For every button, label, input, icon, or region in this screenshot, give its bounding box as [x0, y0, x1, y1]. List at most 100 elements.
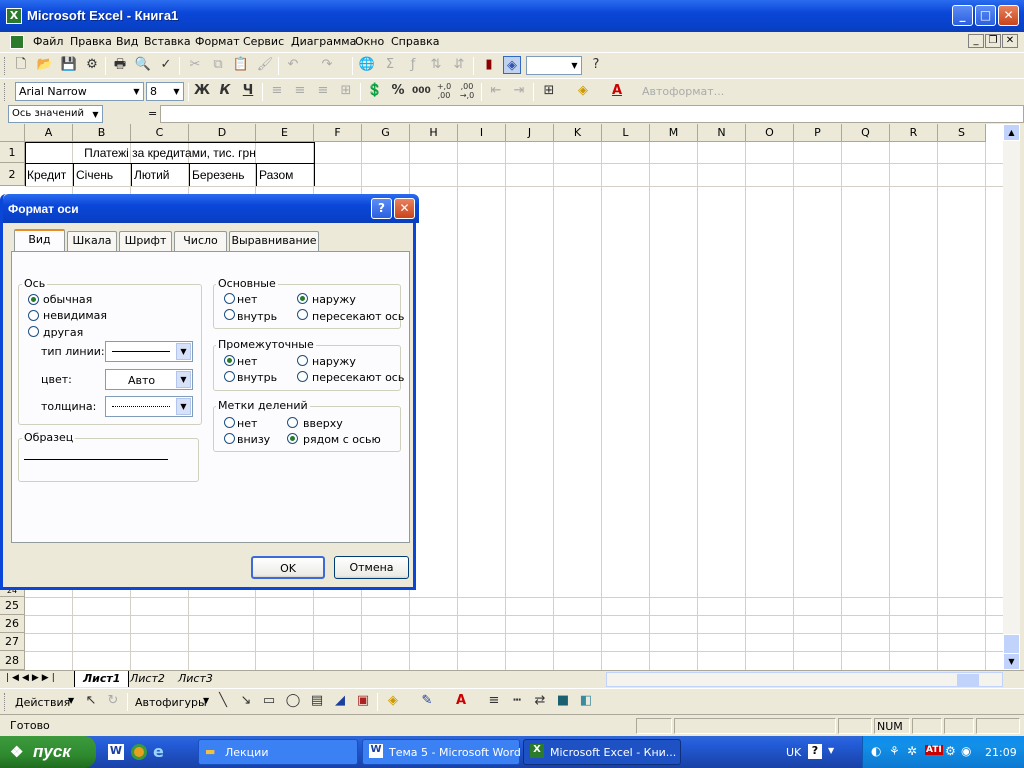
tab-font[interactable]: Шрифт [119, 231, 172, 251]
taskbar-folder-lectures[interactable]: Лекции ▬ [198, 739, 358, 765]
menu-edit[interactable]: Правка [70, 35, 112, 48]
align-center-icon[interactable]: ≡ [291, 82, 309, 100]
scroll-up-button[interactable]: ▲ [1003, 124, 1020, 141]
dialog-help-button[interactable]: ? [371, 198, 392, 219]
opera-quicklaunch-icon[interactable] [131, 744, 147, 760]
oval-icon[interactable]: ◯ [284, 692, 302, 710]
axis-normal-radio[interactable] [28, 294, 39, 305]
minor-none-radio[interactable] [224, 355, 235, 366]
decrease-indent-icon[interactable]: ⇤ [487, 82, 505, 100]
column-header[interactable]: B [73, 124, 131, 142]
column-header[interactable]: Q [842, 124, 890, 142]
scroll-thumb[interactable] [1003, 634, 1020, 654]
borders-icon[interactable]: ⊞ [540, 82, 558, 100]
column-header[interactable]: N [698, 124, 746, 142]
permission-icon[interactable]: ⚙ [83, 56, 101, 74]
chevron-down-icon[interactable]: ▼ [828, 746, 834, 755]
ticklabel-nextto-radio[interactable] [287, 433, 298, 444]
thickness-select[interactable]: ▼ [105, 396, 193, 417]
header-cell[interactable]: Лютий [134, 168, 170, 182]
ticklabel-none-label[interactable]: нет [237, 417, 257, 430]
taskbar-word-document[interactable]: Тема 5 - Microsoft Word W [362, 739, 521, 765]
open-icon[interactable]: 📂 [36, 56, 54, 74]
line-style-icon[interactable]: ≡ [485, 692, 503, 710]
header-cell[interactable]: Кредит [27, 168, 66, 182]
major-outside-radio[interactable] [297, 293, 308, 304]
ticklabel-low-radio[interactable] [224, 433, 235, 444]
row-header[interactable]: 1 [0, 142, 25, 163]
rotate-icon[interactable]: ↻ [104, 692, 122, 710]
toolbar-grip[interactable] [4, 693, 7, 711]
column-header[interactable]: R [890, 124, 938, 142]
major-inside-label[interactable]: внутрь [237, 310, 277, 323]
currency-icon[interactable]: 💲 [366, 82, 384, 100]
minor-inside-label[interactable]: внутрь [237, 371, 277, 384]
dash-style-icon[interactable]: ┅ [508, 692, 526, 710]
row-header[interactable]: 28 [0, 651, 25, 670]
column-header[interactable]: I [458, 124, 506, 142]
document-icon[interactable] [10, 35, 24, 49]
horizontal-scrollbar[interactable] [606, 672, 1003, 687]
minimize-button[interactable]: _ [952, 5, 973, 26]
h-scroll-thumb[interactable] [957, 674, 979, 686]
font-color-icon[interactable]: A [452, 692, 470, 710]
underline-button[interactable]: Ч [239, 82, 257, 100]
font-color-icon[interactable]: A [608, 82, 626, 100]
header-cell[interactable]: Березень [192, 168, 245, 182]
ticklabel-nextto-label[interactable]: рядом с осью [303, 433, 381, 446]
font-size-combo[interactable]: 8 ▼ [146, 82, 184, 101]
line-icon[interactable]: ╲ [214, 692, 232, 710]
word-quicklaunch-icon[interactable]: W [108, 744, 124, 760]
major-outside-label[interactable]: наружу [312, 293, 356, 306]
column-header[interactable]: E [256, 124, 314, 142]
select-pointer-icon[interactable]: ↖ [82, 692, 100, 710]
align-right-icon[interactable]: ≡ [314, 82, 332, 100]
sort-asc-icon[interactable]: ⇅ [427, 56, 445, 74]
taskbar-excel-workbook[interactable]: Microsoft Excel - Кни... X [523, 739, 681, 765]
redo-icon[interactable]: ↷ [318, 56, 336, 74]
arrow-style-icon[interactable]: ⇄ [531, 692, 549, 710]
chart-wizard-icon[interactable]: ▮ [480, 56, 498, 74]
toolbar-grip[interactable] [4, 83, 7, 101]
italic-button[interactable]: К [216, 82, 234, 100]
close-button[interactable]: ✕ [998, 5, 1019, 26]
scroll-down-button[interactable]: ▼ [1003, 653, 1020, 670]
major-none-label[interactable]: нет [237, 293, 257, 306]
spelling-icon[interactable]: ✓ [157, 56, 175, 74]
clock[interactable]: 21:09 [985, 746, 1017, 759]
column-header[interactable]: F [314, 124, 362, 142]
tab-alignment[interactable]: Выравнивание [229, 231, 319, 251]
cut-icon[interactable]: ✂ [186, 56, 204, 74]
column-header[interactable]: J [506, 124, 554, 142]
formula-input[interactable] [160, 105, 1024, 123]
maximize-button[interactable]: □ [975, 5, 996, 26]
print-preview-icon[interactable]: 🔍 [134, 56, 152, 74]
menu-chart[interactable]: Диаграмма [291, 35, 356, 48]
fill-color-icon[interactable]: ◈ [384, 692, 402, 710]
paste-icon[interactable]: 📋 [232, 56, 250, 74]
settings-tray-icon[interactable]: ⚙ [945, 744, 956, 758]
row-header[interactable]: 2 [0, 163, 25, 186]
minor-outside-radio[interactable] [297, 355, 308, 366]
language-indicator[interactable]: UK [786, 746, 801, 759]
column-header[interactable]: M [650, 124, 698, 142]
menu-insert[interactable]: Вставка [144, 35, 191, 48]
ticklabel-none-radio[interactable] [224, 417, 235, 428]
save-icon[interactable]: 💾 [60, 56, 78, 74]
color-select[interactable]: Авто ▼ [105, 369, 193, 390]
doc-close-button[interactable]: ✕ [1002, 34, 1018, 48]
minor-inside-radio[interactable] [224, 371, 235, 382]
3d-icon[interactable]: ◧ [577, 692, 595, 710]
merge-center-icon[interactable]: ⊞ [337, 82, 355, 100]
row-header[interactable]: 26 [0, 615, 25, 633]
name-box[interactable]: Ось значений ▼ [8, 105, 103, 123]
menu-help[interactable]: Справка [391, 35, 439, 48]
media-tray-icon[interactable]: ◉ [961, 744, 971, 758]
column-header[interactable]: K [554, 124, 602, 142]
sheet-nav-buttons[interactable]: |◀◀▶▶| [6, 673, 58, 683]
increase-decimal-button[interactable]: +,0,00 [435, 82, 453, 100]
fill-color-icon[interactable]: ◈ [574, 82, 592, 100]
select-all-corner[interactable] [0, 124, 25, 142]
axis-normal-label[interactable]: обычная [43, 293, 92, 306]
column-header[interactable]: P [794, 124, 842, 142]
